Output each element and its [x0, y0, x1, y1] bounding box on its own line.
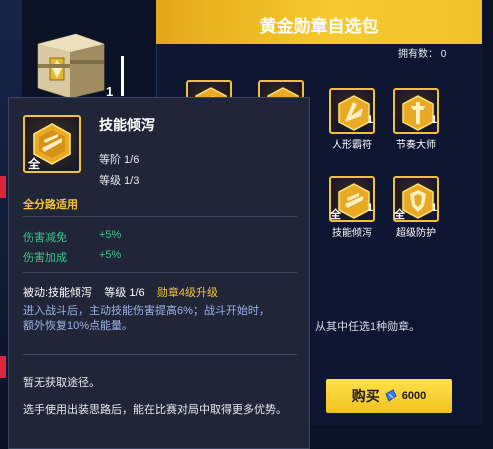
gold-chest-icon	[37, 33, 105, 99]
stat-label: 伤害加成	[23, 252, 67, 264]
badge-tier: 等阶 1/6	[99, 154, 140, 166]
badge-qty: 1	[431, 202, 438, 214]
badge-option-rhythm-master[interactable]: 1 节奏大师	[393, 88, 451, 151]
badge-option-humanoid[interactable]: 1 人形霸符	[329, 88, 387, 151]
usage-tip: 选手使用出装思路后，能在比赛对局中取得更多优势。	[23, 404, 287, 416]
passive-skill-level: 等级 1/6	[104, 287, 145, 299]
divider	[23, 354, 297, 355]
buy-price: 6000	[401, 390, 427, 402]
stat-value: +5%	[99, 249, 122, 261]
humanoid-badge-icon	[338, 95, 370, 131]
divider	[23, 216, 297, 217]
passive-skill-description: 进入战斗后，主动技能伤害提高6%；战斗开始时，额外恢复10%点能量。	[23, 305, 270, 332]
owned-count: 拥有数： 0	[398, 49, 447, 60]
badge-name: 技能倾泻	[99, 117, 155, 133]
passive-skill-name: 被动:技能倾泻	[23, 287, 93, 299]
stat-value: +5%	[99, 229, 122, 241]
badge-detail-tooltip: 全 技能倾泻 等阶 1/6 等级 1/3 全分路适用 伤害减免 +5% 伤害加成…	[8, 97, 310, 449]
acquire-source: 暂无获取途径。	[23, 377, 100, 389]
panel-title: 黄金勋章自选包	[259, 17, 379, 36]
rhythm-master-badge-icon	[402, 95, 434, 131]
badge-option-super-defense[interactable]: 全 1 超级防护	[393, 176, 451, 239]
badge-all-lanes-mark: 全	[330, 209, 341, 221]
badge-name: 节奏大师	[396, 140, 436, 151]
badge-qty: 1	[367, 202, 374, 214]
buy-button[interactable]: 购买 6000	[326, 379, 452, 413]
badge-frame	[329, 88, 375, 134]
tooltip-badge-frame: 全	[23, 115, 81, 173]
badge-qty: 1	[367, 114, 374, 126]
buy-label: 购买	[351, 388, 380, 404]
badge-option-skill-pour[interactable]: 全 1 技能倾泻	[329, 176, 387, 239]
badge-frame	[393, 88, 439, 134]
voucher-ticket-icon	[385, 389, 397, 402]
pack-description: 从其中任选1种勋章。	[315, 321, 421, 333]
passive-skill-header: 被动:技能倾泻 等级 1/6 勋章4级升级	[23, 284, 218, 300]
red-tab-marker	[0, 176, 6, 198]
badge-qty: 1	[431, 114, 438, 126]
badge-name: 超级防护	[396, 228, 436, 239]
chest-divider	[121, 56, 124, 96]
badge-all-lanes-mark: 全	[394, 209, 405, 221]
gold-chest-item[interactable]	[28, 30, 112, 100]
badge-level: 等级 1/3	[99, 175, 140, 187]
all-lanes-mark: 全	[28, 157, 41, 171]
passive-skill-upgrade: 勋章4级升级	[156, 287, 219, 299]
divider	[23, 272, 297, 273]
badge-scope: 全分路适用	[23, 199, 78, 211]
badge-name: 技能倾泻	[332, 228, 372, 239]
badge-name: 人形霸符	[332, 140, 372, 151]
stat-label: 伤害减免	[23, 232, 67, 244]
red-tab-marker	[0, 356, 6, 378]
